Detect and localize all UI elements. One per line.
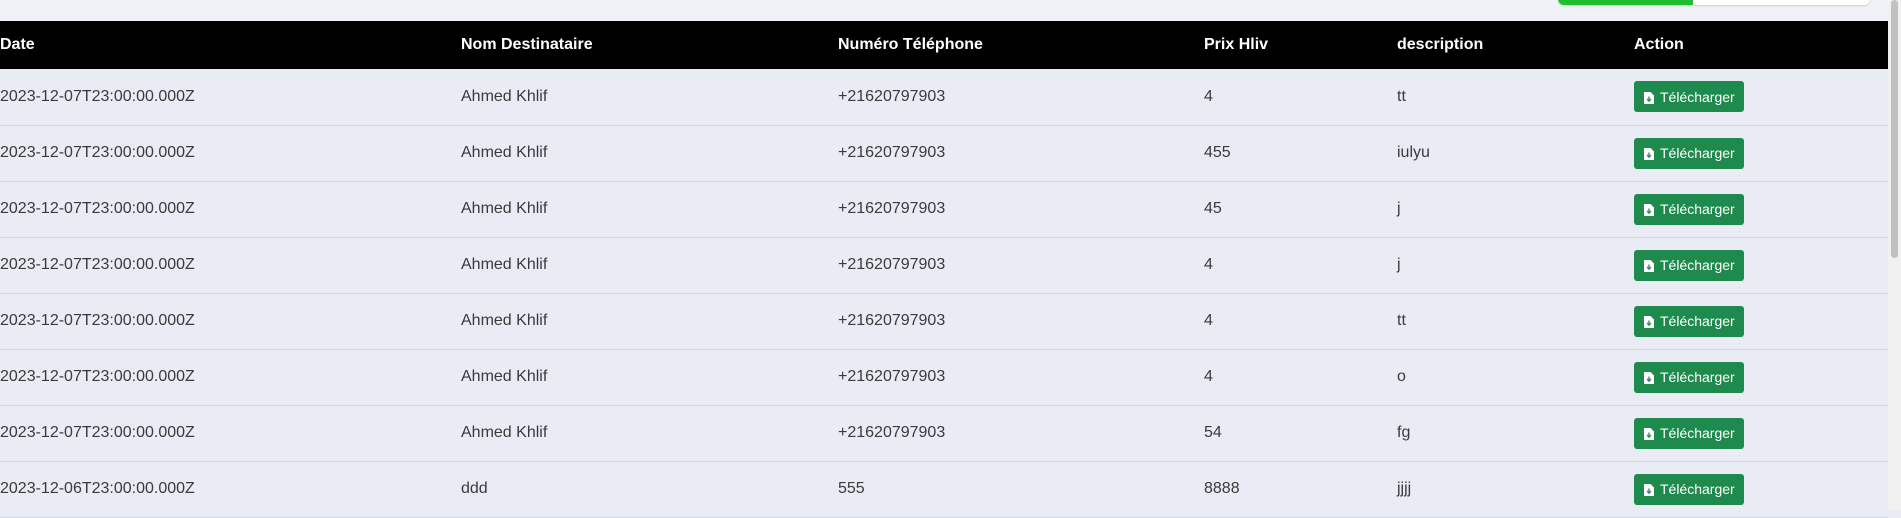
- column-header-prix-hliv: Prix Hliv: [1204, 36, 1269, 53]
- telecharger-button[interactable]: Télécharger: [1634, 137, 1744, 169]
- cell-action: Télécharger: [1634, 237, 1888, 293]
- cell-prix-hliv: 8888: [1204, 480, 1240, 497]
- cell-description: jjjj: [1397, 480, 1412, 497]
- cell-date: 2023-12-07T23:00:00.000Z: [0, 368, 195, 385]
- table-container: Date Nom Destinataire Numéro Téléphone P…: [0, 21, 1888, 518]
- telecharger-label: Télécharger: [1660, 88, 1735, 105]
- cell-action: Télécharger: [1634, 405, 1888, 461]
- table-header: Date Nom Destinataire Numéro Téléphone P…: [0, 21, 1888, 69]
- telecharger-button[interactable]: Télécharger: [1634, 361, 1744, 393]
- column-header-date: Date: [0, 36, 35, 53]
- cell-date: 2023-12-07T23:00:00.000Z: [0, 144, 195, 161]
- table-body: 2023-12-07T23:00:00.000Z Ahmed Khlif +2162…: [0, 69, 1888, 517]
- cell-action: Télécharger: [1634, 349, 1888, 405]
- cell-date: 2023-12-06T23:00:00.000Z: [0, 480, 195, 497]
- cell-description: tt: [1397, 312, 1406, 329]
- telecharger-label: Télécharger: [1660, 481, 1735, 497]
- cell-action: Télécharger: [1634, 181, 1888, 237]
- telecharger-button[interactable]: Télécharger: [1634, 305, 1744, 337]
- cell-description: tt: [1397, 87, 1406, 105]
- table-row: 2023-12-07T23:00:00.000Z Ahmed Khlif +2162…: [0, 69, 1888, 125]
- telecharger-label: Télécharger: [1660, 369, 1735, 385]
- cell-prix-hliv: 4: [1204, 87, 1213, 105]
- telecharger-button[interactable]: Télécharger: [1634, 417, 1744, 449]
- cell-description: j: [1397, 256, 1401, 273]
- cell-description: o: [1397, 368, 1406, 385]
- cell-date: 2023-12-07T23:00:00.000Z: [0, 87, 195, 105]
- vertical-scrollbar[interactable]: [1888, 0, 1901, 510]
- column-header-numero-telephone: Numéro Téléphone: [838, 36, 983, 53]
- cell-nom-destinataire: Ahmed Khlif: [461, 87, 548, 105]
- cell-nom-destinataire: Ahmed Khlif: [461, 256, 548, 273]
- telecharger-label: Télécharger: [1660, 425, 1735, 441]
- cell-action: Télécharger: [1634, 69, 1888, 125]
- cell-nom-destinataire: ddd: [461, 480, 488, 497]
- column-header-action: Action: [1634, 36, 1684, 53]
- cell-prix-hliv: 4: [1204, 312, 1213, 329]
- telecharger-label: Télécharger: [1660, 257, 1735, 273]
- table-header-row: Date Nom Destinataire Numéro Téléphone P…: [0, 21, 1888, 69]
- file-download-icon: [1644, 147, 1654, 160]
- file-download-icon: [1644, 259, 1654, 272]
- table-row: 2023-12-07T23:00:00.000Z Ahmed Khlif +2162…: [0, 349, 1888, 405]
- cell-numero-telephone: 555: [838, 480, 865, 497]
- telecharger-button[interactable]: Télécharger: [1634, 473, 1744, 505]
- file-download-icon: [1644, 483, 1654, 496]
- telecharger-label: Télécharger: [1660, 313, 1735, 329]
- cell-prix-hliv: 54: [1204, 424, 1222, 441]
- cell-prix-hliv: 4: [1204, 368, 1213, 385]
- cell-description: iulyu: [1397, 144, 1430, 161]
- cell-numero-telephone: +21620797903: [838, 424, 946, 441]
- telecharger-button[interactable]: Télécharger: [1634, 249, 1744, 281]
- telecharger-label: Télécharger: [1660, 145, 1735, 161]
- cell-prix-hliv: 4: [1204, 256, 1213, 273]
- cell-nom-destinataire: Ahmed Khlif: [461, 200, 548, 217]
- cell-action: Télécharger: [1634, 293, 1888, 349]
- top-control[interactable]: [1558, 0, 1870, 5]
- cell-action: Télécharger: [1634, 461, 1888, 517]
- deliveries-table: Date Nom Destinataire Numéro Téléphone P…: [0, 21, 1888, 518]
- cell-numero-telephone: +21620797903: [838, 87, 946, 105]
- top-bar: [0, 0, 1888, 21]
- file-download-icon: [1644, 371, 1654, 384]
- table-row: 2023-12-06T23:00:00.000Z ddd 555 8888 jjjj Té…: [0, 461, 1888, 517]
- cell-action: Télécharger: [1634, 125, 1888, 181]
- table-row: 2023-12-07T23:00:00.000Z Ahmed Khlif +2162…: [0, 125, 1888, 181]
- column-header-nom-destinataire: Nom Destinataire: [461, 36, 593, 53]
- cell-date: 2023-12-07T23:00:00.000Z: [0, 424, 195, 441]
- cell-date: 2023-12-07T23:00:00.000Z: [0, 200, 195, 217]
- table-row: 2023-12-07T23:00:00.000Z Ahmed Khlif +2162…: [0, 181, 1888, 237]
- cell-nom-destinataire: Ahmed Khlif: [461, 144, 548, 161]
- file-download-icon: [1644, 427, 1654, 440]
- top-control-active-segment[interactable]: [1558, 0, 1693, 5]
- telecharger-button[interactable]: Télécharger: [1634, 193, 1744, 225]
- file-download-icon: [1644, 91, 1654, 104]
- cell-nom-destinataire: Ahmed Khlif: [461, 368, 548, 385]
- cell-numero-telephone: +21620797903: [838, 312, 946, 329]
- cell-prix-hliv: 45: [1204, 200, 1222, 217]
- cell-date: 2023-12-07T23:00:00.000Z: [0, 256, 195, 273]
- cell-nom-destinataire: Ahmed Khlif: [461, 424, 548, 441]
- cell-nom-destinataire: Ahmed Khlif: [461, 312, 548, 329]
- telecharger-label: Télécharger: [1660, 201, 1735, 217]
- table-row: 2023-12-07T23:00:00.000Z Ahmed Khlif +2162…: [0, 405, 1888, 461]
- table-row: 2023-12-07T23:00:00.000Z Ahmed Khlif +2162…: [0, 293, 1888, 349]
- cell-prix-hliv: 455: [1204, 144, 1231, 161]
- file-download-icon: [1644, 315, 1654, 328]
- cell-description: j: [1397, 200, 1401, 217]
- column-header-description: description: [1397, 36, 1484, 53]
- telecharger-button[interactable]: Télécharger: [1634, 81, 1744, 113]
- cell-numero-telephone: +21620797903: [838, 368, 946, 385]
- scrollbar-thumb[interactable]: [1891, 0, 1898, 258]
- file-download-icon: [1644, 203, 1654, 216]
- cell-description: fg: [1397, 424, 1411, 441]
- cell-numero-telephone: +21620797903: [838, 200, 946, 217]
- cell-numero-telephone: +21620797903: [838, 256, 946, 273]
- cell-numero-telephone: +21620797903: [838, 144, 946, 161]
- cell-date: 2023-12-07T23:00:00.000Z: [0, 312, 195, 329]
- table-row: 2023-12-07T23:00:00.000Z Ahmed Khlif +2162…: [0, 237, 1888, 293]
